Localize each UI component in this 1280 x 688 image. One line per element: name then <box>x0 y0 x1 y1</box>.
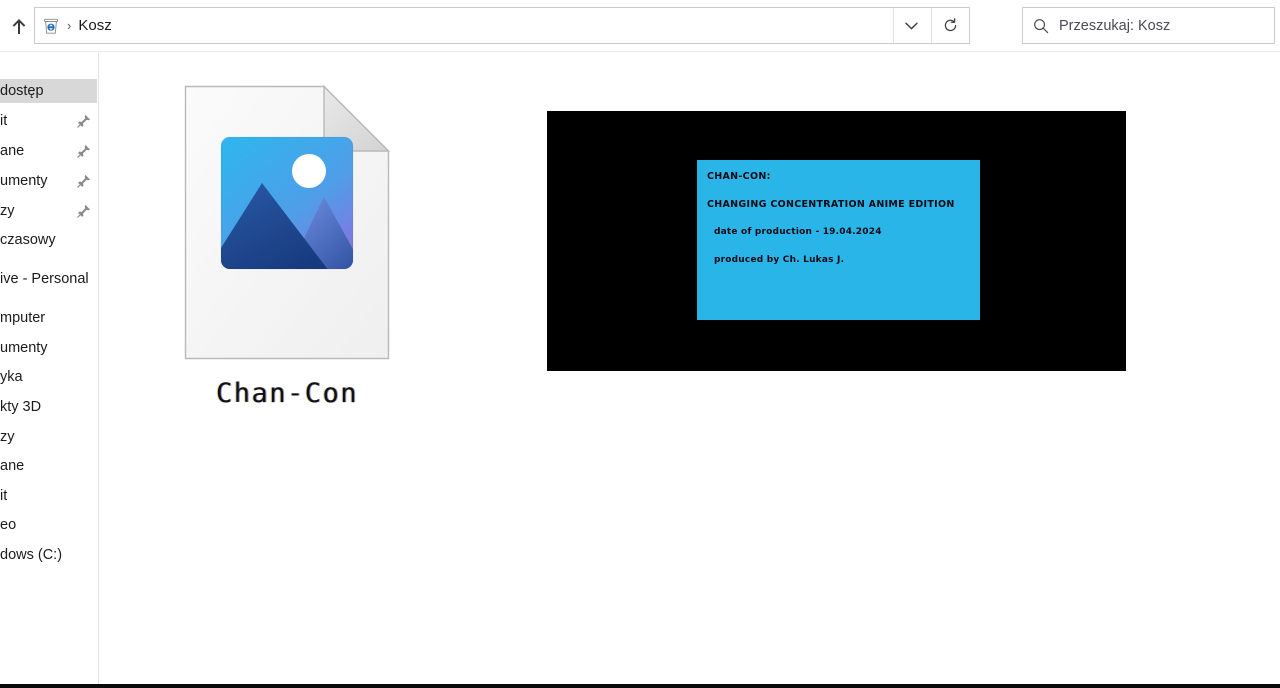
sidebar-item-szybki-dost-p[interactable]: dostęp <box>0 79 97 103</box>
image-preview[interactable]: CHAN-CON: CHANGING CONCENTRATION ANIME E… <box>547 111 1126 371</box>
refresh-button[interactable] <box>931 8 969 43</box>
sidebar-item-label: kty 3D <box>0 399 42 415</box>
sidebar-item-muzyka[interactable]: yka <box>0 365 97 389</box>
sidebar-item-obrazy[interactable]: zy <box>0 199 97 223</box>
preview-line-4: produced by Ch. Lukas J. <box>714 255 845 265</box>
recycle-bin-icon <box>41 16 61 36</box>
search-icon <box>1023 8 1059 43</box>
sidebar-item-label: umenty <box>0 340 48 356</box>
photo-file-icon <box>184 84 391 360</box>
chevron-down-icon <box>905 22 918 30</box>
sidebar-item-label: dows (C:) <box>0 547 63 563</box>
navigation-bar: › Kosz Przeszukaj: Kosz <box>0 0 1280 52</box>
address-dropdown-button[interactable] <box>893 8 929 43</box>
sidebar-item-label: umenty <box>0 173 48 189</box>
breadcrumb-separator: › <box>67 18 72 33</box>
preview-line-1: CHAN-CON: <box>707 171 771 182</box>
file-name-label: Chan-Con <box>215 378 359 409</box>
file-item[interactable]: Chan-Con <box>182 84 392 409</box>
address-bar[interactable]: › Kosz <box>34 7 970 44</box>
pin-icon <box>77 144 91 158</box>
pin-icon <box>77 174 91 188</box>
preview-line-3: date of production - 19.04.2024 <box>714 227 882 237</box>
sidebar-item-label: zy <box>0 203 15 219</box>
pin-icon <box>77 204 91 218</box>
window-bottom-border <box>0 684 1280 688</box>
sidebar-item-wideo[interactable]: eo <box>0 513 97 537</box>
preview-title-card: CHAN-CON: CHANGING CONCENTRATION ANIME E… <box>697 160 980 320</box>
navigation-sidebar[interactable]: dostęp it ane umenty zy czasowy ive - Personal… <box>0 53 99 684</box>
sidebar-item-label: ane <box>0 458 25 474</box>
breadcrumb-label[interactable]: Kosz <box>78 17 111 34</box>
sidebar-item-label: zy <box>0 429 15 445</box>
sidebar-item-label: dostęp <box>0 83 44 99</box>
explorer-window: › Kosz Przeszukaj: Kosz dostęp it ane um… <box>0 0 1280 688</box>
sidebar-item-obiekty-3d[interactable]: kty 3D <box>0 395 97 419</box>
sidebar-item-obrazy[interactable]: zy <box>0 425 97 449</box>
sidebar-item-label: mputer <box>0 310 46 326</box>
sidebar-item-pobrane[interactable]: ane <box>0 454 97 478</box>
up-button[interactable] <box>4 8 34 44</box>
sidebar-item-label: eo <box>0 517 17 533</box>
sidebar-item-pulpit[interactable]: it <box>0 484 97 508</box>
sidebar-item-label: ane <box>0 143 25 159</box>
search-input[interactable]: Przeszukaj: Kosz <box>1059 18 1170 34</box>
sidebar-item-label: it <box>0 113 8 129</box>
file-list-view[interactable]: Chan-Con CHAN-CON: CHANGING CONCENTRATIO… <box>100 53 1280 684</box>
sidebar-item-dokumenty[interactable]: umenty <box>0 169 97 193</box>
sidebar-item-pulpit[interactable]: it <box>0 109 97 133</box>
sidebar-item-label: czasowy <box>0 232 56 248</box>
sidebar-item-ten-komputer[interactable]: mputer <box>0 306 97 330</box>
up-arrow-icon <box>12 18 26 34</box>
sidebar-item-label: ive - Personal <box>0 271 89 287</box>
sidebar-item-pobrane[interactable]: ane <box>0 139 97 163</box>
sidebar-item-dokumenty[interactable]: umenty <box>0 336 97 360</box>
sidebar-item-label: yka <box>0 369 23 385</box>
sidebar-item-label: it <box>0 488 8 504</box>
sidebar-item-windows-c[interactable]: dows (C:) <box>0 543 97 567</box>
pin-icon <box>77 114 91 128</box>
sidebar-item-onedrive-personal[interactable]: ive - Personal <box>0 267 97 291</box>
sidebar-item-tymczasowy[interactable]: czasowy <box>0 228 97 252</box>
preview-line-2: CHANGING CONCENTRATION ANIME EDITION <box>707 199 955 210</box>
search-box[interactable]: Przeszukaj: Kosz <box>1022 7 1275 44</box>
refresh-icon <box>944 18 957 32</box>
